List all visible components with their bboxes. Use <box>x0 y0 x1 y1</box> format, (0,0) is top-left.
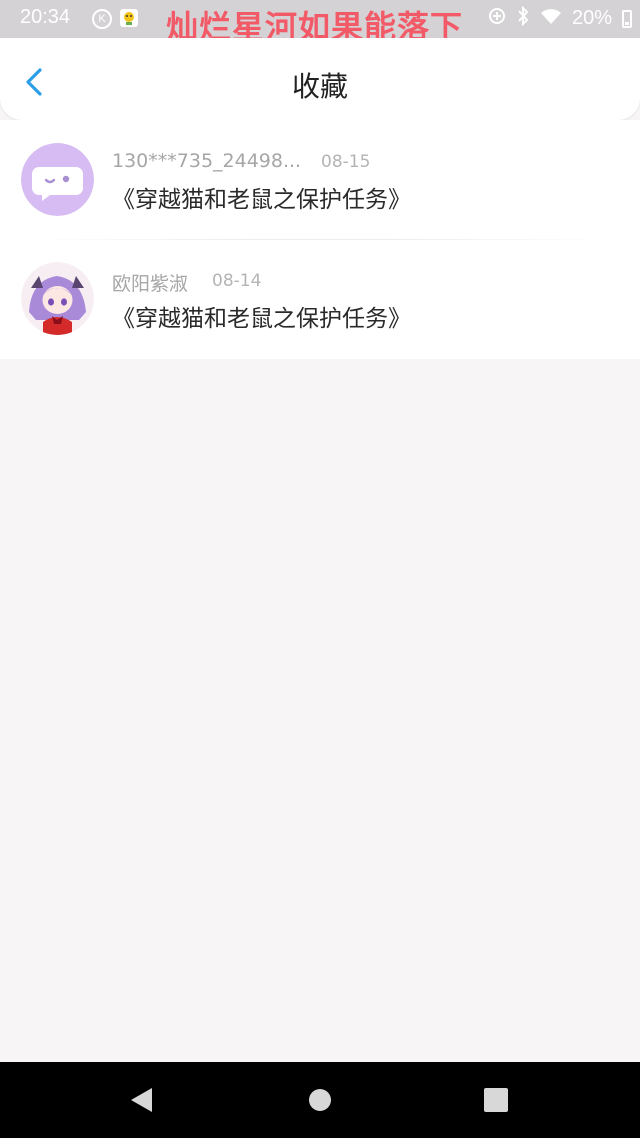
avatar[interactable] <box>21 262 94 335</box>
favorites-list: 130***735_24498... 08-15 《穿越猫和老鼠之保护任务》 欧… <box>0 120 640 359</box>
nav-recents-button[interactable] <box>484 1088 508 1112</box>
wifi-icon <box>540 7 562 30</box>
navigation-bar <box>0 1062 640 1138</box>
item-title: 《穿越猫和老鼠之保护任务》 <box>112 306 411 332</box>
username: 欧阳紫淑 <box>112 273 189 295</box>
battery-percent: 20% <box>571 7 612 29</box>
nav-back-icon <box>131 1088 152 1112</box>
bluetooth-icon <box>516 5 530 31</box>
list-item[interactable]: 130***735_24498... 08-15 《穿越猫和老鼠之保护任务》 <box>0 120 640 240</box>
battery-icon <box>622 9 632 28</box>
page-title: 收藏 <box>291 70 348 103</box>
item-title: 《穿越猫和老鼠之保护任务》 <box>112 187 411 213</box>
status-right-group: 20% <box>488 5 632 31</box>
list-item[interactable]: 欧阳紫淑 08-14 《穿越猫和老鼠之保护任务》 <box>0 239 640 359</box>
username: 130***735_24498... <box>112 150 302 172</box>
chat-bubble-avatar-icon <box>21 143 94 216</box>
date: 08-14 <box>212 271 262 291</box>
date: 08-15 <box>321 152 371 172</box>
header: 收藏 <box>0 38 640 120</box>
nav-home-button[interactable] <box>309 1089 331 1111</box>
nav-back-button[interactable] <box>128 1086 156 1114</box>
status-time: 20:34 <box>20 6 71 28</box>
k-icon: K <box>92 9 112 29</box>
status-bar: 20:34 K 灿烂星河如果能落下 20% <box>0 0 640 46</box>
anime-girl-avatar-icon <box>21 262 94 335</box>
app-notification-icon <box>120 9 138 27</box>
avatar[interactable] <box>21 143 94 216</box>
data-saver-icon <box>488 7 506 30</box>
